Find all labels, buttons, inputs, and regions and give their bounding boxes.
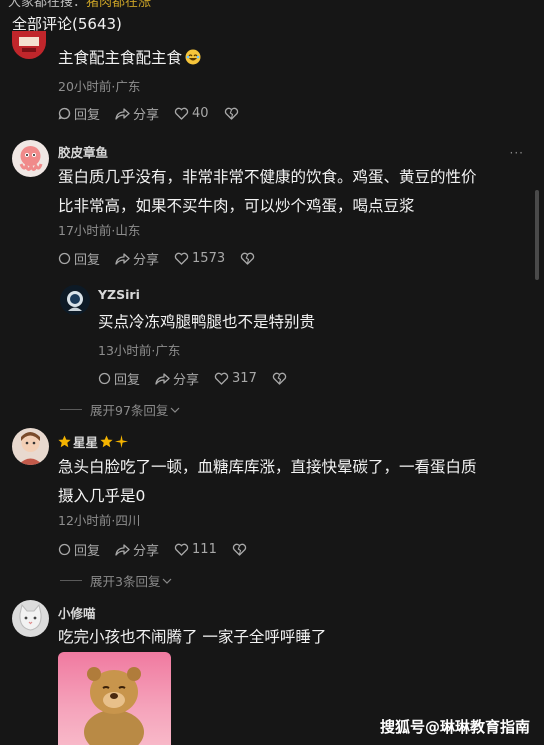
- comment-meta: 13小时前·广东: [98, 343, 181, 358]
- comment-username[interactable]: 小修喵: [58, 603, 96, 622]
- expand-replies-button[interactable]: 展开3条回复: [60, 571, 172, 590]
- reply-icon: [58, 107, 71, 120]
- like-count: 1573: [192, 251, 226, 266]
- avatar[interactable]: [12, 140, 49, 177]
- broken-heart-icon: [224, 107, 238, 120]
- person-avatar-image: [18, 432, 43, 465]
- like-button[interactable]: 1573: [174, 251, 225, 266]
- octopus-avatar-image: [19, 146, 43, 171]
- share-icon: [115, 108, 130, 120]
- like-button[interactable]: 317: [214, 371, 257, 386]
- reply-icon: [98, 372, 111, 385]
- dislike-button[interactable]: [272, 372, 290, 385]
- reply-button[interactable]: 回复: [58, 540, 100, 559]
- astronaut-avatar-image: [67, 291, 83, 311]
- broken-heart-icon: [240, 252, 255, 265]
- heart-icon: [214, 372, 229, 385]
- avatar[interactable]: [12, 428, 49, 465]
- avatar[interactable]: [12, 600, 49, 637]
- broken-heart-icon: [232, 543, 247, 556]
- dislike-button[interactable]: [240, 252, 258, 265]
- share-icon: [155, 373, 170, 385]
- star-icon: [58, 435, 71, 448]
- like-count: 317: [232, 371, 257, 386]
- comment-text: 主食配主食配主食: [58, 44, 201, 75]
- watermark: 搜狐号@琳琳教育指南: [379, 718, 530, 736]
- cat-avatar-image: [19, 603, 42, 631]
- avatar[interactable]: [12, 31, 46, 59]
- share-icon: [115, 253, 130, 265]
- cartoon-bear-sticker[interactable]: [58, 652, 171, 745]
- comment-text: 急头白脸吃了一顿，血糖库库涨，直接快晕碳了，一看蛋白质 摄入几乎是0: [58, 458, 477, 505]
- dislike-button[interactable]: [224, 107, 242, 120]
- broken-heart-icon: [272, 372, 287, 385]
- reply-button[interactable]: 回复: [58, 249, 100, 268]
- scrollbar[interactable]: [535, 190, 539, 280]
- comment-meta: 17小时前·山东: [58, 223, 141, 238]
- search-suggestion-strip[interactable]: 大家都在搜：猪肉都在涨: [8, 0, 151, 10]
- like-count: 40: [192, 106, 209, 121]
- avatar-image: [19, 37, 39, 52]
- reply-button[interactable]: 回复: [58, 104, 100, 123]
- comment-actions: 回复 分享 40: [58, 104, 257, 123]
- laughing-emoji-icon: [185, 46, 201, 75]
- dislike-button[interactable]: [232, 543, 250, 556]
- like-count: 111: [192, 542, 217, 557]
- share-button[interactable]: 分享: [155, 369, 199, 388]
- reply-icon: [58, 252, 71, 265]
- search-suggestion-keyword[interactable]: 猪肉都在涨: [86, 0, 151, 10]
- comment-meta: 20小时前·广东: [58, 79, 141, 94]
- reply-button[interactable]: 回复: [98, 369, 140, 388]
- divider: [60, 580, 82, 581]
- comment-meta: 12小时前·四川: [58, 513, 141, 528]
- reply-icon: [58, 543, 71, 556]
- comment-actions: 回复 分享 317: [98, 369, 305, 388]
- comment-actions: 回复 分享 1573: [58, 249, 273, 268]
- divider: [60, 409, 82, 410]
- comment-username[interactable]: YZSiri: [98, 287, 140, 302]
- avatar[interactable]: [60, 285, 90, 315]
- search-suggestion-prefix: 大家都在搜：: [8, 0, 87, 10]
- expand-replies-button[interactable]: 展开97条回复: [60, 400, 180, 419]
- comment-text: 吃完小孩也不闹腾了 一家子全呼呼睡了: [58, 628, 327, 646]
- comment-text: 买点冷冻鸡腿鸭腿也不是特别贵: [98, 313, 316, 331]
- share-button[interactable]: 分享: [115, 249, 159, 268]
- star-icon: [100, 435, 113, 448]
- heart-icon: [174, 543, 189, 556]
- share-icon: [115, 544, 130, 556]
- share-button[interactable]: 分享: [115, 104, 159, 123]
- more-options-icon[interactable]: ···: [510, 146, 524, 160]
- sparkle-icon: [115, 435, 129, 448]
- comment-username[interactable]: 胶皮章鱼: [58, 142, 108, 161]
- heart-icon: [174, 252, 189, 265]
- like-button[interactable]: 111: [174, 542, 217, 557]
- chevron-down-icon: [163, 578, 172, 584]
- comment-text: 蛋白质几乎没有，非常非常不健康的饮食。鸡蛋、黄豆的性价 比非常高，如果不买牛肉，…: [58, 168, 477, 215]
- chevron-down-icon: [170, 407, 180, 413]
- comment-actions: 回复 分享 111: [58, 540, 265, 559]
- heart-icon: [174, 107, 189, 120]
- share-button[interactable]: 分享: [115, 540, 159, 559]
- bear-image: [84, 667, 144, 745]
- like-button[interactable]: 40: [174, 106, 209, 121]
- comment-username[interactable]: 星星: [58, 432, 129, 451]
